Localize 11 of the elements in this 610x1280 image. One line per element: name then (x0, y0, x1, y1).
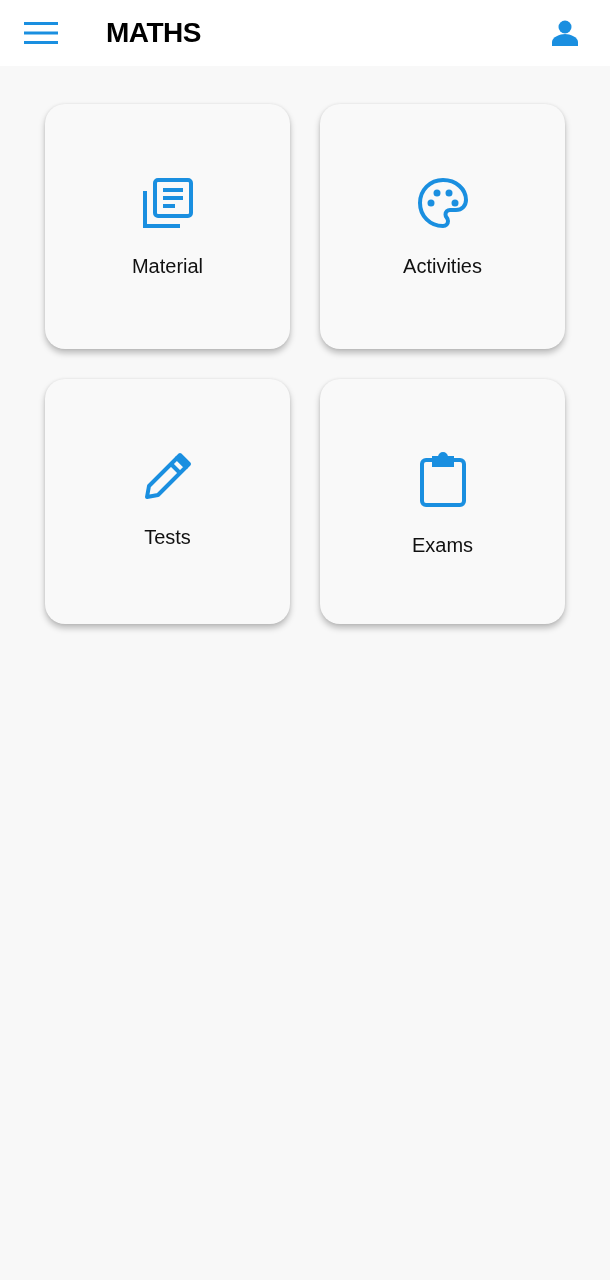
palette-icon (416, 177, 469, 229)
page-title: MATHS (106, 16, 201, 50)
category-tile[interactable]: Exams (320, 379, 565, 624)
pencil-icon (143, 452, 192, 500)
books-icon (141, 177, 194, 229)
category-tile[interactable]: Material (45, 104, 290, 349)
person-icon[interactable] (552, 20, 578, 46)
clipboard-icon (418, 452, 467, 508)
menu-icon[interactable] (24, 22, 58, 44)
category-tile[interactable]: Activities (320, 104, 565, 349)
category-tile[interactable]: Tests (45, 379, 290, 624)
